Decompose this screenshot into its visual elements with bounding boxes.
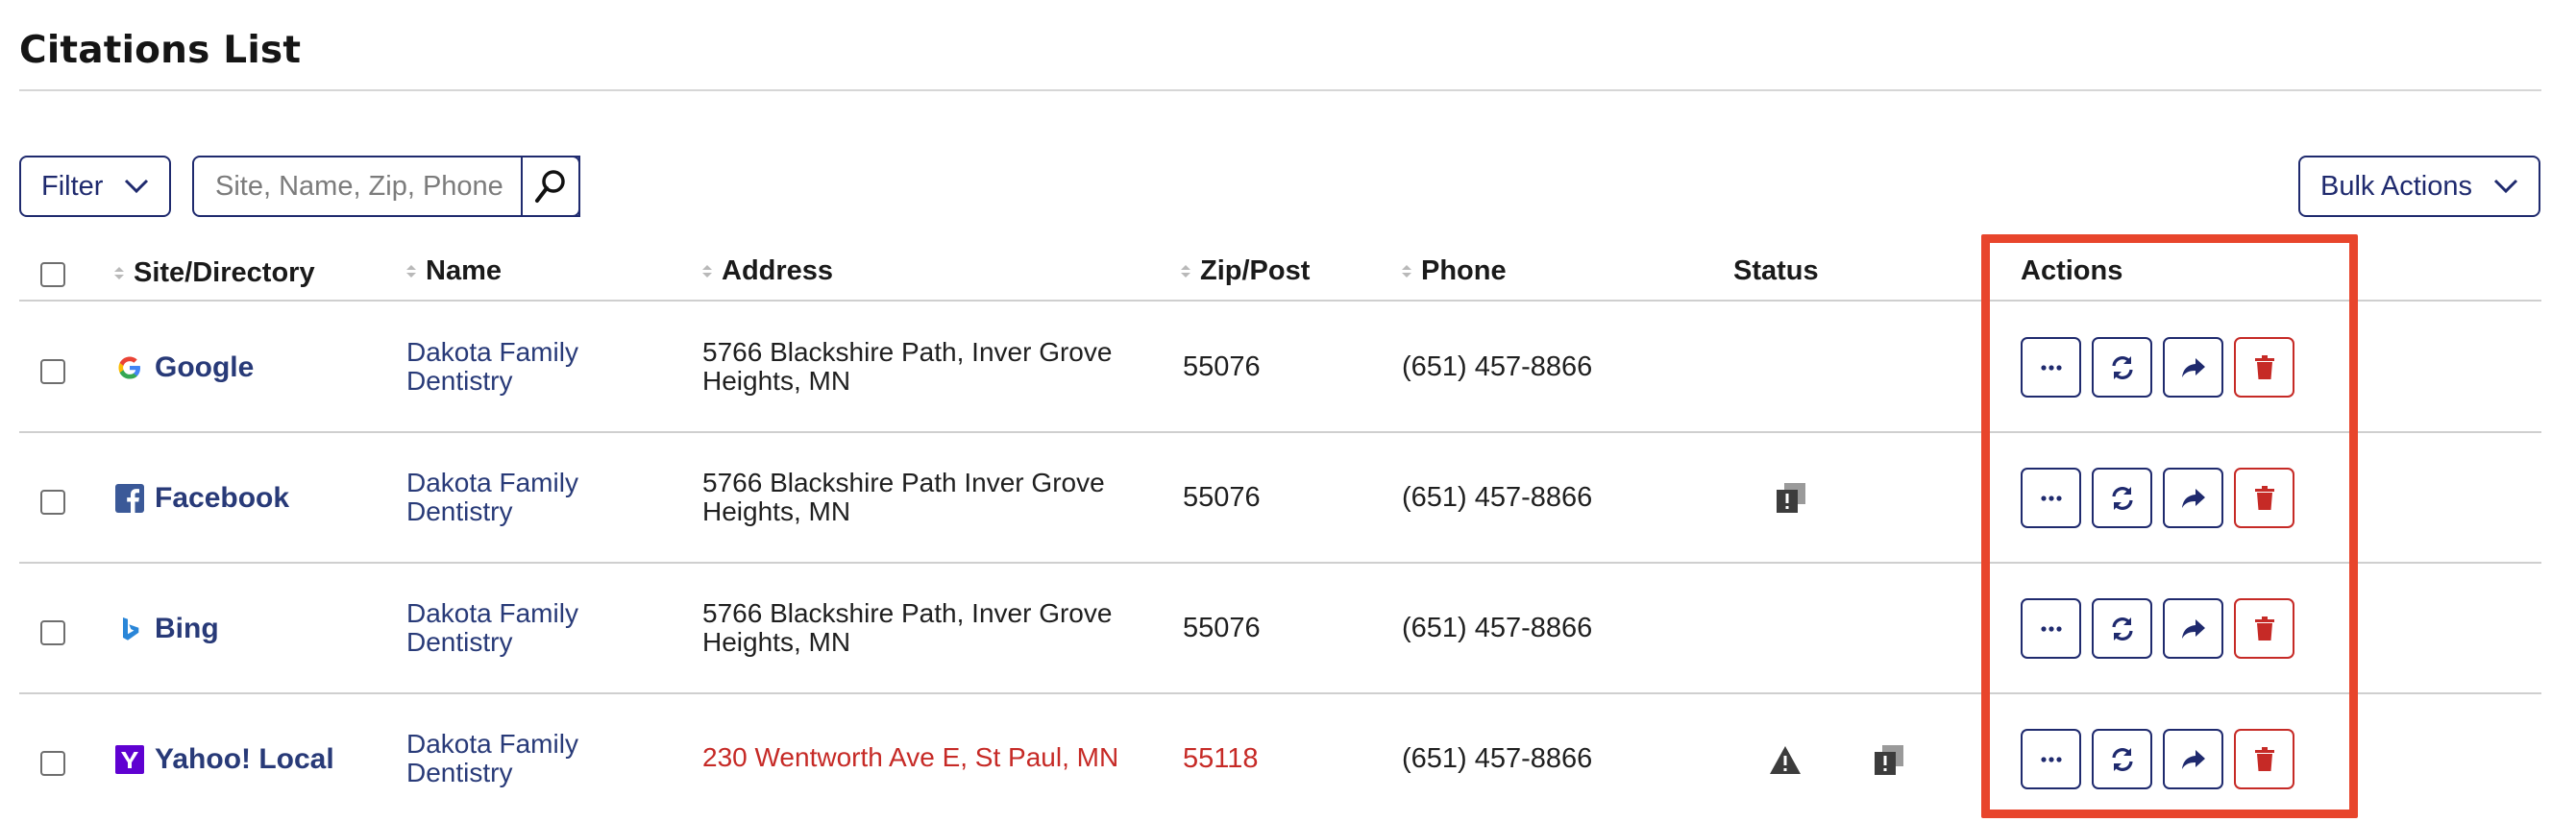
table-header-divider bbox=[19, 300, 2541, 302]
zip-cell: 55076 bbox=[1183, 482, 1261, 513]
chevron-down-icon bbox=[2493, 179, 2518, 194]
zip-cell-mismatch: 55118 bbox=[1183, 743, 1259, 774]
facebook-icon bbox=[114, 483, 145, 514]
trash-icon bbox=[2254, 616, 2274, 641]
business-name-link[interactable]: Dakota Family Dentistry bbox=[406, 338, 647, 396]
sync-icon bbox=[2111, 747, 2133, 771]
share-icon bbox=[2181, 618, 2205, 639]
site-name: Google bbox=[155, 351, 255, 383]
zip-cell: 55076 bbox=[1183, 613, 1261, 643]
more-icon bbox=[2040, 625, 2062, 632]
delete-button[interactable] bbox=[2234, 337, 2294, 398]
yahoo-icon bbox=[114, 744, 145, 775]
google-icon bbox=[114, 352, 145, 383]
warning-icon[interactable] bbox=[1768, 743, 1803, 778]
row-checkbox[interactable] bbox=[40, 620, 65, 645]
sort-icon bbox=[1181, 265, 1190, 278]
site-name: Facebook bbox=[155, 482, 290, 514]
trash-icon bbox=[2254, 354, 2274, 379]
sort-icon bbox=[406, 265, 416, 278]
filter-label: Filter bbox=[41, 170, 104, 202]
share-icon bbox=[2181, 749, 2205, 769]
phone-cell: (651) 457-8866 bbox=[1402, 743, 1593, 774]
share-icon bbox=[2181, 357, 2205, 377]
sync-button[interactable] bbox=[2092, 598, 2152, 659]
business-name-link[interactable]: Dakota Family Dentistry bbox=[406, 599, 647, 657]
sync-icon bbox=[2111, 355, 2133, 379]
chevron-down-icon bbox=[125, 179, 149, 194]
sort-icon bbox=[114, 267, 124, 279]
column-header-actions: Actions bbox=[2021, 255, 2123, 286]
trash-icon bbox=[2254, 485, 2274, 510]
site-link[interactable]: Yahoo! Local bbox=[114, 743, 334, 776]
sort-icon bbox=[702, 265, 712, 278]
site-link[interactable]: Bing bbox=[114, 613, 219, 645]
column-header-phone[interactable]: Phone bbox=[1402, 255, 1507, 287]
title-divider bbox=[19, 89, 2541, 91]
column-header-site[interactable]: Site/Directory bbox=[114, 257, 315, 289]
delete-button[interactable] bbox=[2234, 729, 2294, 789]
duplicate-alert-icon[interactable] bbox=[1872, 743, 1906, 778]
row-divider bbox=[19, 692, 2541, 694]
column-header-zip[interactable]: Zip/Post bbox=[1181, 255, 1310, 287]
sync-button[interactable] bbox=[2092, 337, 2152, 398]
phone-cell: (651) 457-8866 bbox=[1402, 613, 1593, 643]
sync-button[interactable] bbox=[2092, 468, 2152, 528]
more-button[interactable] bbox=[2021, 337, 2081, 398]
page-title: Citations List bbox=[19, 29, 302, 72]
phone-cell: (651) 457-8866 bbox=[1402, 482, 1593, 513]
share-button[interactable] bbox=[2163, 468, 2223, 528]
duplicate-alert-icon[interactable] bbox=[1774, 481, 1808, 516]
business-name-link[interactable]: Dakota Family Dentistry bbox=[406, 730, 647, 787]
column-header-status: Status bbox=[1733, 255, 1819, 286]
more-button[interactable] bbox=[2021, 468, 2081, 528]
share-button[interactable] bbox=[2163, 337, 2223, 398]
more-icon bbox=[2040, 364, 2062, 371]
share-button[interactable] bbox=[2163, 598, 2223, 659]
bulk-actions-button[interactable]: Bulk Actions bbox=[2298, 156, 2540, 217]
row-checkbox[interactable] bbox=[40, 359, 65, 384]
search-button[interactable] bbox=[521, 156, 580, 217]
more-icon bbox=[2040, 495, 2062, 501]
sync-icon bbox=[2111, 486, 2133, 510]
select-all-checkbox[interactable] bbox=[40, 262, 65, 287]
address-cell-mismatch: 230 Wentworth Ave E, St Paul, MN bbox=[702, 742, 1119, 772]
site-link[interactable]: Google bbox=[114, 351, 254, 384]
column-header-name[interactable]: Name bbox=[406, 255, 502, 287]
zip-cell: 55076 bbox=[1183, 351, 1261, 382]
sync-button[interactable] bbox=[2092, 729, 2152, 789]
site-name: Bing bbox=[155, 613, 219, 644]
bing-icon bbox=[114, 614, 145, 644]
row-divider bbox=[19, 431, 2541, 433]
address-cell: 5766 Blackshire Path Inver Grove Heights… bbox=[702, 468, 1105, 526]
delete-button[interactable] bbox=[2234, 598, 2294, 659]
filter-button[interactable]: Filter bbox=[19, 156, 171, 217]
address-cell: 5766 Blackshire Path, Inver Grove Height… bbox=[702, 598, 1113, 657]
address-cell: 5766 Blackshire Path, Inver Grove Height… bbox=[702, 337, 1113, 396]
more-icon bbox=[2040, 756, 2062, 762]
share-icon bbox=[2181, 488, 2205, 508]
row-checkbox[interactable] bbox=[40, 751, 65, 776]
share-button[interactable] bbox=[2163, 729, 2223, 789]
business-name-link[interactable]: Dakota Family Dentistry bbox=[406, 469, 647, 526]
site-name: Yahoo! Local bbox=[155, 743, 334, 775]
sync-icon bbox=[2111, 616, 2133, 641]
delete-button[interactable] bbox=[2234, 468, 2294, 528]
site-link[interactable]: Facebook bbox=[114, 482, 289, 515]
phone-cell: (651) 457-8866 bbox=[1402, 351, 1593, 382]
more-button[interactable] bbox=[2021, 729, 2081, 789]
row-checkbox[interactable] bbox=[40, 490, 65, 515]
column-header-address[interactable]: Address bbox=[702, 255, 833, 287]
bulk-actions-label: Bulk Actions bbox=[2320, 170, 2472, 202]
search-icon bbox=[535, 170, 565, 203]
more-button[interactable] bbox=[2021, 598, 2081, 659]
sort-icon bbox=[1402, 265, 1411, 278]
trash-icon bbox=[2254, 746, 2274, 771]
row-divider bbox=[19, 562, 2541, 564]
